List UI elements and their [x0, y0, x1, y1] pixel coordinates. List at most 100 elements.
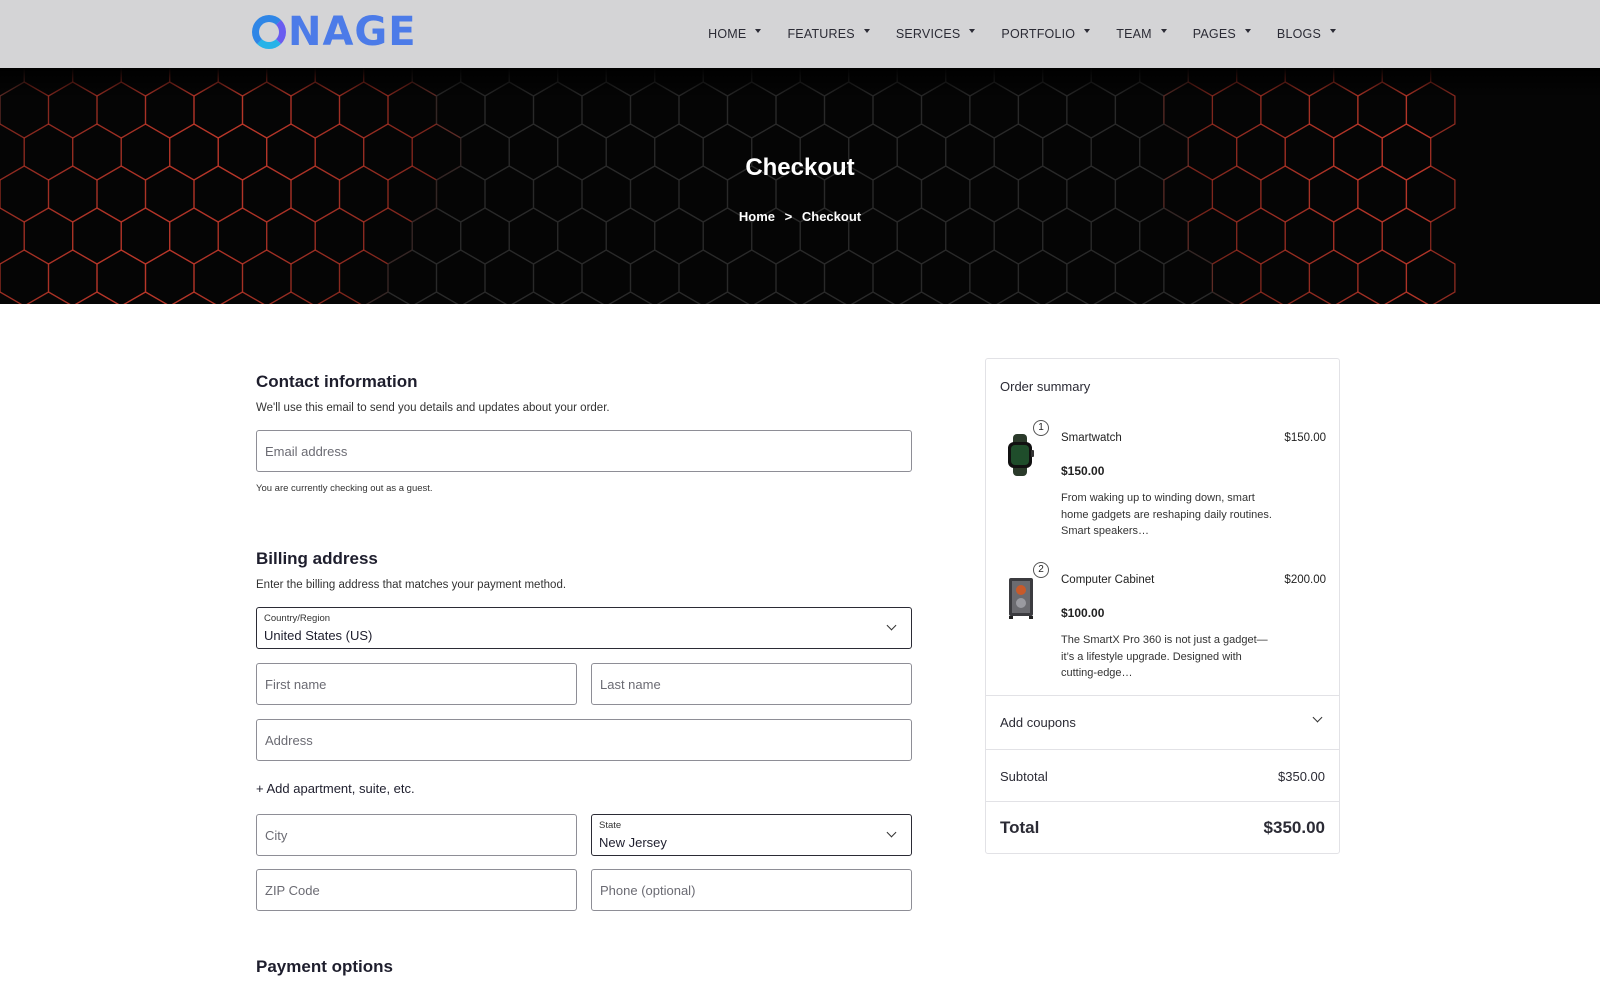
- caret-down-icon: [863, 29, 870, 33]
- nav-item-team[interactable]: TEAM: [1116, 27, 1167, 41]
- order-summary: Order summary 1 Smartwatch $150.00 $150.…: [985, 358, 1340, 854]
- total-value: $350.00: [1263, 818, 1325, 837]
- page-title: Checkout: [745, 154, 855, 181]
- logo-ring-icon: [252, 15, 286, 49]
- hexagon-cell: [1287, 291, 1332, 304]
- breadcrumb-separator: >: [784, 209, 793, 224]
- chevron-down-icon: [886, 827, 897, 838]
- billing-title: Billing address: [256, 549, 378, 568]
- item-price: $150.00: [1061, 464, 1105, 478]
- phone-input[interactable]: [592, 870, 911, 910]
- state-label: State: [599, 820, 622, 831]
- order-summary-title: Order summary: [1000, 379, 1091, 394]
- smartwatch-thumbnail: [1008, 434, 1034, 476]
- hexagon-cell: [123, 291, 168, 304]
- email-field[interactable]: [256, 430, 912, 472]
- nav-label: PORTFOLIO: [1001, 27, 1076, 41]
- billing-description: Enter the billing address that matches y…: [256, 579, 567, 591]
- hexagon-cell: [1190, 291, 1235, 304]
- hexagon-cell: [268, 291, 314, 304]
- hexagon-pattern: [0, 68, 1456, 304]
- hero-fade: [0, 68, 1600, 98]
- first-name-field[interactable]: [256, 663, 577, 705]
- zip-input[interactable]: [257, 870, 576, 910]
- country-value: United States (US): [264, 628, 373, 643]
- hexagon-cell: [947, 291, 993, 304]
- add-coupons-toggle[interactable]: Add coupons: [986, 695, 1339, 749]
- chevron-down-icon: [1312, 712, 1323, 723]
- nav-label: PAGES: [1192, 27, 1236, 41]
- chevron-down-icon: [886, 620, 897, 631]
- coupons-label: Add coupons: [1000, 715, 1076, 730]
- caret-down-icon: [755, 29, 762, 33]
- page-hero: Checkout Home > Checkout: [0, 68, 1600, 304]
- breadcrumb: Home > Checkout: [0, 209, 1600, 224]
- hexagon-cell: [414, 291, 459, 304]
- caret-down-icon: [969, 29, 976, 33]
- total-label: Total: [1000, 818, 1040, 837]
- email-input[interactable]: [257, 431, 911, 471]
- hexagon-cell: [1335, 291, 1381, 304]
- nav-item-home[interactable]: HOME: [708, 27, 762, 41]
- billing-section: Billing address Enter the billing addres…: [256, 549, 566, 591]
- hexagon-cell: [1238, 291, 1284, 304]
- hexagon-cell: [656, 291, 702, 304]
- site-logo[interactable]: NAGE: [252, 12, 417, 52]
- city-input[interactable]: [257, 815, 576, 855]
- zip-field[interactable]: [256, 869, 577, 911]
- state-select[interactable]: State New Jersey: [591, 814, 912, 856]
- last-name-input[interactable]: [592, 664, 911, 704]
- item-name: Computer Cabinet: [1061, 574, 1155, 586]
- item-description: The SmartX Pro 360 is not just a gadget—…: [1061, 634, 1268, 679]
- city-field[interactable]: [256, 814, 577, 856]
- quantity-badge: 2: [1033, 562, 1049, 578]
- summary-item: 1 Smartwatch $150.00 $150.00 From waking…: [1000, 420, 1326, 548]
- guest-note: You are currently checking out as a gues…: [256, 483, 433, 494]
- address-input[interactable]: [257, 720, 911, 760]
- nav-item-blogs[interactable]: BLOGS: [1277, 27, 1336, 41]
- summary-item: 2 Computer Cabinet $200.00 $100.00 The S…: [1000, 562, 1326, 690]
- phone-field[interactable]: [591, 869, 912, 911]
- address-field[interactable]: [256, 719, 912, 761]
- breadcrumb-current: Checkout: [801, 209, 862, 224]
- main-nav: HOME FEATURES SERVICES PORTFOLIO TEAM PA…: [708, 0, 1336, 68]
- contact-title: Contact information: [256, 372, 418, 391]
- add-apartment-link[interactable]: + Add apartment, suite, etc.: [256, 781, 415, 796]
- nav-item-portfolio[interactable]: PORTFOLIO: [1001, 27, 1091, 41]
- nav-label: BLOGS: [1276, 27, 1321, 41]
- subtotal-row: Subtotal $350.00: [986, 749, 1339, 801]
- subtotal-label: Subtotal: [1000, 769, 1048, 784]
- last-name-field[interactable]: [591, 663, 912, 705]
- nav-label: FEATURES: [787, 27, 855, 41]
- hexagon-cell: [0, 291, 23, 304]
- first-name-input[interactable]: [257, 664, 576, 704]
- item-line-total: $150.00: [1284, 432, 1326, 444]
- country-select[interactable]: Country/Region United States (US): [256, 607, 912, 649]
- hexagon-cell: [26, 291, 71, 304]
- item-name: Smartwatch: [1061, 432, 1122, 444]
- contact-section: Contact information We'll use this email…: [256, 372, 610, 414]
- hexagon-cell: [462, 291, 508, 304]
- site-header: NAGE HOME FEATURES SERVICES PORTFOLIO TE…: [0, 0, 1600, 68]
- item-description: From waking up to winding down, smart ho…: [1061, 492, 1272, 537]
- caret-down-icon: [1330, 29, 1336, 33]
- caret-down-icon: [1160, 29, 1167, 33]
- caret-down-icon: [1244, 29, 1251, 33]
- item-price: $100.00: [1061, 606, 1105, 620]
- breadcrumb-home[interactable]: Home: [739, 209, 775, 224]
- nav-label: HOME: [708, 27, 747, 41]
- nav-item-pages[interactable]: PAGES: [1193, 27, 1251, 41]
- computer-cabinet-thumbnail: [1009, 578, 1033, 619]
- nav-label: SERVICES: [895, 27, 961, 41]
- subtotal-value: $350.00: [1278, 769, 1325, 784]
- hexagon-cell: [365, 291, 411, 304]
- total-row: Total $350.00: [986, 801, 1339, 853]
- item-line-total: $200.00: [1284, 574, 1326, 586]
- hexagon-cell: [171, 291, 217, 304]
- hexagon-cell: [220, 291, 265, 304]
- nav-item-services[interactable]: SERVICES: [896, 27, 976, 41]
- nav-label: TEAM: [1116, 27, 1152, 41]
- hexagon-cell: [74, 291, 120, 304]
- nav-item-features[interactable]: FEATURES: [787, 27, 870, 41]
- hexagon-cell: [511, 291, 556, 304]
